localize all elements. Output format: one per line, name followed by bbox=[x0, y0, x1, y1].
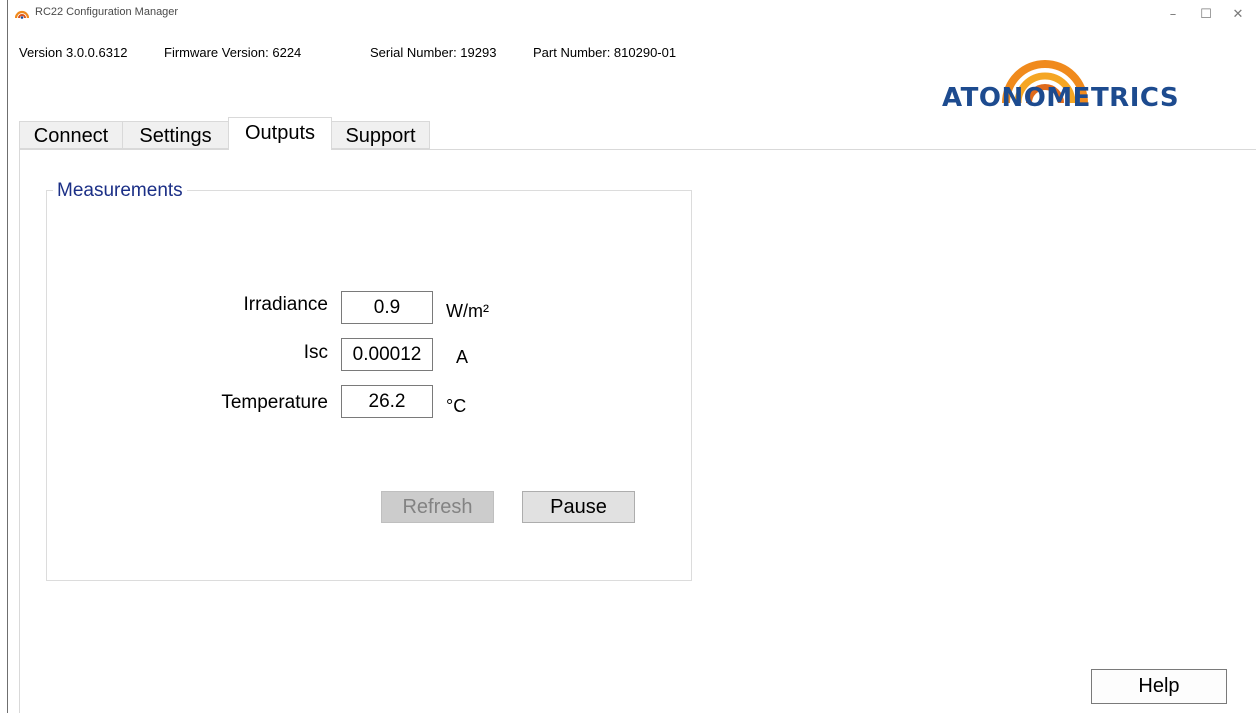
isc-field[interactable]: 0.00012 bbox=[341, 338, 433, 371]
pause-button[interactable]: Pause bbox=[522, 491, 635, 523]
window-border bbox=[7, 0, 8, 713]
refresh-button[interactable]: Refresh bbox=[381, 491, 494, 523]
tab-support[interactable]: Support bbox=[331, 121, 430, 149]
tab-connect[interactable]: Connect bbox=[19, 121, 123, 149]
irradiance-field[interactable]: 0.9 bbox=[341, 291, 433, 324]
serial-number-text: Serial Number: 19293 bbox=[370, 45, 497, 60]
atonometrics-logo: ATONOMETRICS bbox=[938, 57, 1193, 117]
logo-text: ATONOMETRICS bbox=[942, 83, 1180, 113]
irradiance-label: Irradiance bbox=[243, 294, 329, 315]
tab-settings[interactable]: Settings bbox=[122, 121, 229, 149]
irradiance-unit: W/m² bbox=[446, 301, 489, 321]
app-logo-icon bbox=[15, 10, 29, 19]
part-number-text: Part Number: 810290-01 bbox=[533, 45, 677, 60]
isc-unit: A bbox=[456, 347, 469, 367]
temperature-unit: °C bbox=[446, 396, 467, 416]
version-text: Version 3.0.0.6312 bbox=[19, 45, 128, 60]
close-button[interactable]: ✕ bbox=[1218, 2, 1256, 28]
temperature-label: Temperature bbox=[221, 392, 328, 413]
window-title: RC22 Configuration Manager bbox=[35, 6, 179, 18]
isc-label: Isc bbox=[303, 342, 328, 363]
temperature-field[interactable]: 26.2 bbox=[341, 385, 433, 418]
firmware-version-text: Firmware Version: 6224 bbox=[164, 45, 302, 60]
help-button[interactable]: Help bbox=[1091, 669, 1227, 704]
measurements-title: Measurements bbox=[53, 180, 187, 202]
tab-outputs[interactable]: Outputs bbox=[228, 117, 332, 150]
title-bar: RC22 Configuration Manager – ☐ ✕ bbox=[8, 0, 1256, 31]
